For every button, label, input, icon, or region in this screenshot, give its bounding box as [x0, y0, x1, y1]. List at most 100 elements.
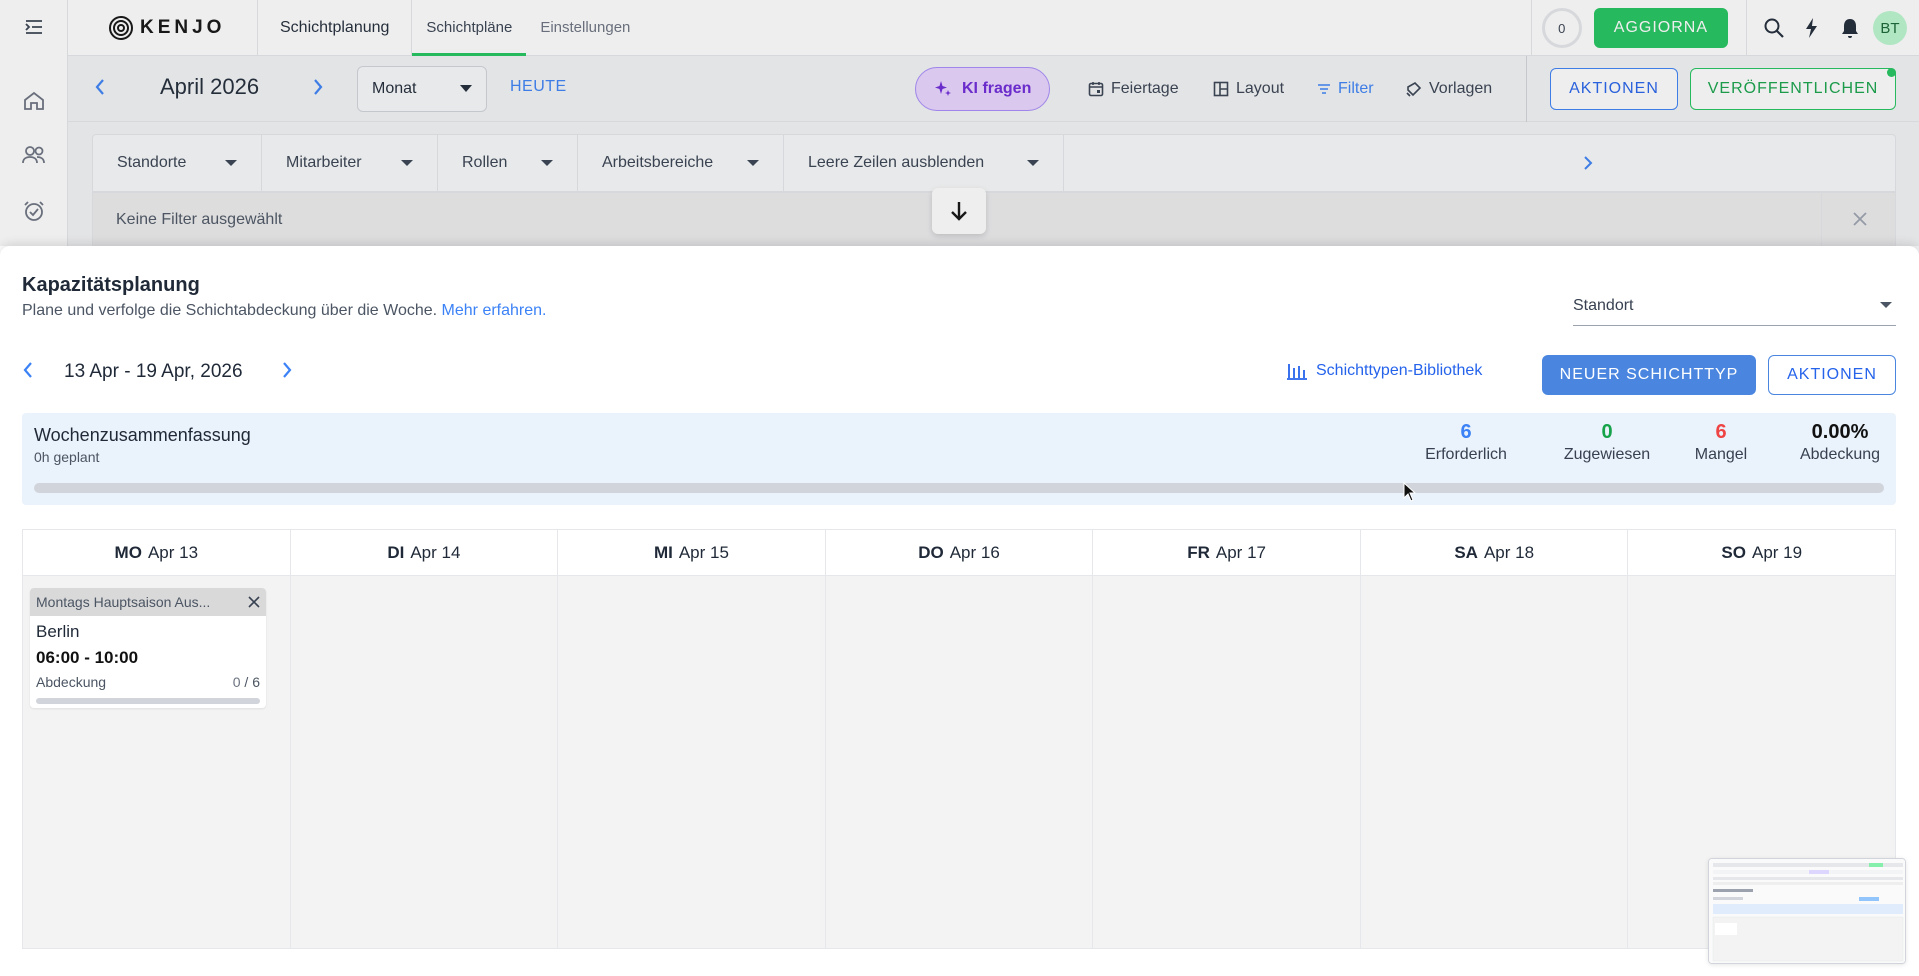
- day-header-di: DI Apr 14: [291, 530, 559, 575]
- publish-button[interactable]: VERÖFFENTLICHEN: [1690, 68, 1896, 110]
- filter-bar: Standorte Mitarbeiter Rollen Arbeitsbere…: [92, 134, 1896, 192]
- stat-shortage: 6 Mangel: [1686, 421, 1756, 464]
- shift-time: 06:00 - 10:00: [36, 648, 139, 667]
- notification-counter[interactable]: 0: [1541, 8, 1582, 48]
- holidays-label: Feiertage: [1111, 80, 1179, 97]
- tab-schichtplaene[interactable]: Schichtpläne: [412, 0, 527, 56]
- shift-card-header: Montags Hauptsaison Aus...: [30, 588, 266, 616]
- day-date: Apr 19: [1751, 542, 1803, 562]
- shift-coverage-bar: [36, 698, 260, 704]
- filter-icon: [1318, 84, 1330, 94]
- summary-coverage-bar: [34, 483, 1884, 493]
- templates-button[interactable]: Vorlagen: [1406, 69, 1492, 109]
- filter-rollen-label: Rollen: [462, 154, 508, 171]
- avatar[interactable]: BT: [1873, 11, 1907, 45]
- prev-week-button[interactable]: [22, 361, 34, 384]
- arrow-down-icon: [951, 202, 967, 221]
- minimap-preview: [1709, 859, 1905, 963]
- mouse-cursor-icon: [1403, 482, 1417, 502]
- filter-standorte[interactable]: Standorte: [93, 135, 262, 191]
- day-date: Apr 17: [1215, 542, 1266, 562]
- layout-button[interactable]: Layout: [1213, 69, 1284, 109]
- toolbar: April 2026 Monat HEUTE KI fragen Feierta…: [68, 56, 1919, 122]
- day-column-do[interactable]: [826, 576, 1094, 948]
- alarm-icon[interactable]: [19, 196, 49, 226]
- day-header-so: SO Apr 19: [1628, 530, 1895, 575]
- day-dow: DI: [387, 542, 405, 562]
- day-column-fr[interactable]: [1093, 576, 1361, 948]
- filter-button[interactable]: Filter: [1317, 69, 1374, 109]
- page-minimap[interactable]: [1708, 858, 1906, 964]
- stat-assigned-label: Zugewiesen: [1563, 446, 1651, 463]
- stat-coverage-label: Abdeckung: [1799, 446, 1881, 463]
- tab-einstellungen[interactable]: Einstellungen: [526, 0, 644, 56]
- day-column-mi[interactable]: [558, 576, 826, 948]
- day-column-di[interactable]: [291, 576, 559, 948]
- new-shift-type-button[interactable]: NEUER SCHICHTTYP: [1542, 355, 1756, 395]
- close-icon[interactable]: [248, 596, 260, 608]
- learn-more-link[interactable]: Mehr erfahren.: [442, 302, 547, 319]
- layout-label: Layout: [1236, 80, 1285, 97]
- filter-rollen[interactable]: Rollen: [438, 135, 578, 191]
- people-icon[interactable]: [19, 140, 49, 170]
- location-select-placeholder: Standort: [1573, 296, 1634, 314]
- sheet-subtitle: Plane und verfolge die Schichtabdeckung …: [22, 302, 546, 320]
- chevron-right-icon: [1584, 156, 1593, 170]
- day-dow: MI: [653, 542, 673, 562]
- day-column-sa[interactable]: [1361, 576, 1629, 948]
- day-header-mo: MO Apr 13: [23, 530, 291, 575]
- next-week-button[interactable]: [281, 361, 293, 384]
- update-button[interactable]: AGGIORNA: [1593, 8, 1728, 48]
- shift-card[interactable]: Montags Hauptsaison Aus... Berlin 06:00 …: [30, 588, 266, 708]
- menu-collapse-icon[interactable]: [19, 12, 49, 42]
- next-month-button[interactable]: [312, 78, 324, 96]
- bell-icon[interactable]: [1831, 8, 1869, 48]
- weekly-summary: Wochenzusammenfassung 0h geplant 6 Erfor…: [22, 413, 1896, 505]
- publish-status-dot: [1887, 68, 1896, 77]
- layout-icon: [1213, 81, 1229, 97]
- nav-schichtplanung[interactable]: Schichtplanung: [258, 0, 413, 56]
- filter-info-row: Keine Filter ausgewählt: [92, 192, 1896, 248]
- stat-shortage-label: Mangel: [1694, 446, 1748, 463]
- day-date: Apr 18: [1483, 542, 1535, 562]
- day-column-mo[interactable]: Montags Hauptsaison Aus... Berlin 06:00 …: [23, 576, 291, 948]
- filter-scroll-right[interactable]: [1583, 155, 1593, 176]
- day-date: Apr 15: [678, 542, 729, 562]
- stat-required: 6 Erforderlich: [1416, 421, 1516, 464]
- stat-coverage: 0.00% Abdeckung: [1792, 421, 1888, 464]
- capacity-actions-button[interactable]: AKTIONEN: [1768, 355, 1896, 395]
- template-icon: [1406, 82, 1422, 97]
- location-select[interactable]: Standort: [1573, 286, 1896, 326]
- shift-location: Berlin: [36, 622, 80, 641]
- day-dow: SA: [1454, 542, 1478, 562]
- caret-down-icon: [541, 159, 553, 166]
- actions-button[interactable]: AKTIONEN: [1550, 68, 1678, 110]
- bolt-icon[interactable]: [1793, 8, 1831, 48]
- day-date: Apr 16: [949, 542, 1000, 562]
- templates-label: Vorlagen: [1429, 80, 1493, 97]
- filter-mitarbeiter-label: Mitarbeiter: [286, 154, 362, 171]
- shift-type-library-link[interactable]: Schichttypen-Bibliothek: [1286, 356, 1482, 386]
- stat-coverage-value: 0.00%: [1811, 421, 1869, 443]
- filter-arbeitsbereiche[interactable]: Arbeitsbereiche: [578, 135, 784, 191]
- prev-month-button[interactable]: [94, 78, 106, 96]
- filter-hide-empty-rows[interactable]: Leere Zeilen ausblenden: [784, 135, 1064, 191]
- search-icon[interactable]: [1755, 8, 1793, 48]
- today-button[interactable]: HEUTE: [510, 78, 567, 96]
- expand-down-button[interactable]: [932, 188, 986, 234]
- stat-required-label: Erforderlich: [1425, 446, 1507, 463]
- close-icon: [1853, 212, 1867, 226]
- ask-ai-button[interactable]: KI fragen: [915, 67, 1051, 111]
- holidays-button[interactable]: Feiertage: [1088, 69, 1179, 109]
- filter-mitarbeiter[interactable]: Mitarbeiter: [262, 135, 438, 191]
- day-date: Apr 13: [147, 542, 199, 562]
- clear-filters-button[interactable]: [1851, 210, 1869, 233]
- kenjo-logo[interactable]: KENJO: [68, 0, 258, 56]
- home-icon[interactable]: [19, 86, 49, 116]
- sheet-subtitle-text: Plane und verfolge die Schichtabdeckung …: [22, 302, 438, 319]
- view-select[interactable]: Monat: [357, 66, 487, 112]
- logo-mark-icon: [109, 15, 133, 40]
- shift-coverage-label: Abdeckung: [36, 674, 107, 690]
- summary-planned-hours: 0h geplant: [34, 449, 100, 465]
- brand-name: KENJO: [140, 16, 226, 38]
